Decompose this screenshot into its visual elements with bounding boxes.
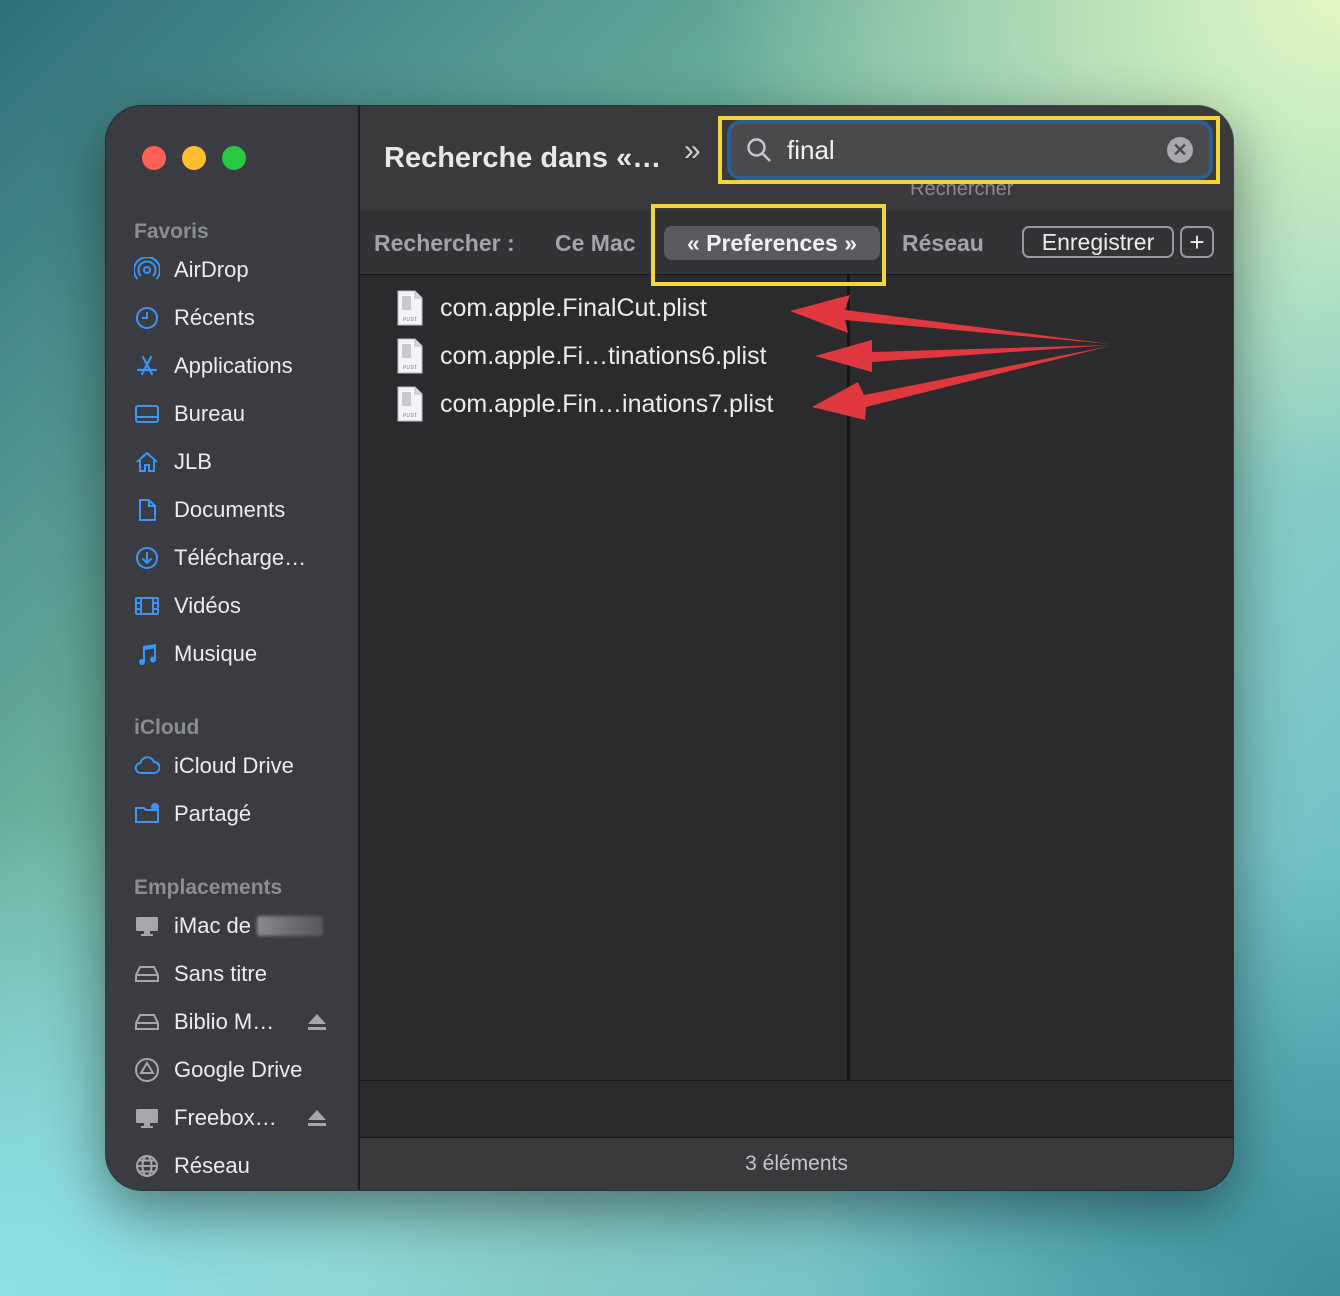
sidebar-item-applications[interactable]: Applications [134, 346, 344, 386]
sidebar-item-label: Partagé [174, 801, 252, 826]
sidebar-item-label: Freebox… [174, 1105, 277, 1130]
chevron-right-icon[interactable]: » [684, 134, 701, 168]
svg-text:PLIST: PLIST [403, 365, 417, 371]
sidebar-item-partage[interactable]: Partagé [134, 794, 344, 834]
drive-icon [134, 961, 160, 987]
sidebar-item-documents[interactable]: Documents [134, 490, 344, 530]
sidebar-item-jlb[interactable]: JLB [134, 442, 344, 482]
add-criteria-button[interactable]: + [1180, 226, 1214, 258]
sidebar-item-label: AirDrop [174, 257, 249, 282]
sidebar-item-label: Applications [174, 353, 293, 378]
sidebar-item-label: JLB [174, 449, 212, 474]
download-icon [134, 545, 160, 571]
sidebar-item-freebox[interactable]: Freebox… [134, 1098, 344, 1138]
redacted-name [257, 916, 324, 936]
result-filename: com.apple.FinalCut.plist [440, 293, 707, 322]
sidebar-item-label: Réseau [174, 1153, 250, 1178]
sidebar-item-musique[interactable]: Musique [134, 634, 344, 674]
minimize-window-button[interactable] [182, 146, 206, 170]
airdrop-icon [134, 257, 160, 283]
sidebar-item-label: iCloud Drive [174, 753, 294, 778]
plist-file-icon: PLIST [397, 290, 423, 326]
eject-icon[interactable] [306, 1011, 328, 1039]
applications-icon [134, 353, 160, 379]
imac-icon [134, 913, 160, 939]
scope-network[interactable]: Réseau [902, 230, 984, 257]
sidebar-item-biblio[interactable]: Biblio M… [134, 1002, 344, 1042]
sidebar-item-label: Biblio M… [174, 1009, 275, 1034]
shared-folder-icon [134, 801, 160, 827]
sidebar-item-label: Google Drive [174, 1057, 303, 1082]
sidebar-item-label: Vidéos [174, 593, 241, 618]
plist-file-icon: PLIST [397, 338, 423, 374]
eject-icon[interactable] [306, 1107, 328, 1135]
result-row[interactable]: PLIST com.apple.FinalCut.plist [396, 286, 707, 330]
sidebar-item-icloud-drive[interactable]: iCloud Drive [134, 746, 344, 786]
svg-text:PLIST: PLIST [403, 317, 417, 323]
cloud-icon [134, 753, 160, 779]
zoom-window-button[interactable] [222, 146, 246, 170]
sidebar-item-label: Bureau [174, 401, 245, 426]
result-row[interactable]: PLIST com.apple.Fin…inations7.plist [396, 382, 774, 426]
sidebar-item-airdrop[interactable]: AirDrop [134, 250, 344, 290]
close-window-button[interactable] [142, 146, 166, 170]
sidebar-item-recents[interactable]: Récents [134, 298, 344, 338]
sidebar-item-label: Documents [174, 497, 286, 522]
sidebar-item-label: Musique [174, 641, 258, 666]
desktop-icon [134, 401, 160, 427]
result-filename: com.apple.Fi…tinations6.plist [440, 341, 767, 370]
sidebar-section-emplacements: Emplacements [134, 876, 283, 899]
scope-this-mac[interactable]: Ce Mac [555, 230, 636, 257]
status-text: 3 éléments [745, 1152, 848, 1175]
sidebar-item-label: Récents [174, 305, 255, 330]
highlight-box-search [718, 116, 1220, 184]
sidebar-item-imac[interactable]: iMac de [134, 906, 344, 946]
document-icon [134, 497, 160, 523]
window-title: Recherche dans «… [384, 142, 662, 174]
svg-text:PLIST: PLIST [403, 413, 417, 419]
google-drive-icon [134, 1057, 160, 1083]
drive-icon [134, 1009, 160, 1035]
save-search-button[interactable]: Enregistrer [1022, 226, 1174, 258]
sidebar-section-icloud: iCloud [134, 716, 200, 739]
scope-label: Rechercher : [374, 230, 515, 256]
result-row[interactable]: PLIST com.apple.Fi…tinations6.plist [396, 334, 767, 378]
sidebar-item-sans-titre[interactable]: Sans titre [134, 954, 344, 994]
sidebar-item-google-drive[interactable]: Google Drive [134, 1050, 344, 1090]
sidebar-item-reseau[interactable]: Réseau [134, 1146, 344, 1186]
globe-icon [134, 1153, 160, 1179]
music-icon [134, 641, 160, 667]
sidebar-section-favoris: Favoris [134, 220, 209, 243]
status-bar: 3 éléments [360, 1137, 1233, 1190]
sidebar-item-label: Télécharge… [174, 545, 307, 570]
highlight-box-scope [651, 204, 886, 286]
sidebar-item-videos[interactable]: Vidéos [134, 586, 344, 626]
sidebar-item-label: Sans titre [174, 961, 267, 986]
sidebar: Favoris AirDrop Récents Applications Bur… [106, 106, 360, 1190]
result-filename: com.apple.Fin…inations7.plist [440, 389, 774, 418]
home-icon [134, 449, 160, 475]
sidebar-item-telechargements[interactable]: Télécharge… [134, 538, 344, 578]
film-icon [134, 593, 160, 619]
plist-file-icon: PLIST [397, 386, 423, 422]
sidebar-item-label: iMac de [174, 913, 252, 938]
sidebar-item-bureau[interactable]: Bureau [134, 394, 344, 434]
clock-icon [134, 305, 160, 331]
column-divider[interactable] [847, 274, 850, 1080]
monitor-icon [134, 1105, 160, 1131]
